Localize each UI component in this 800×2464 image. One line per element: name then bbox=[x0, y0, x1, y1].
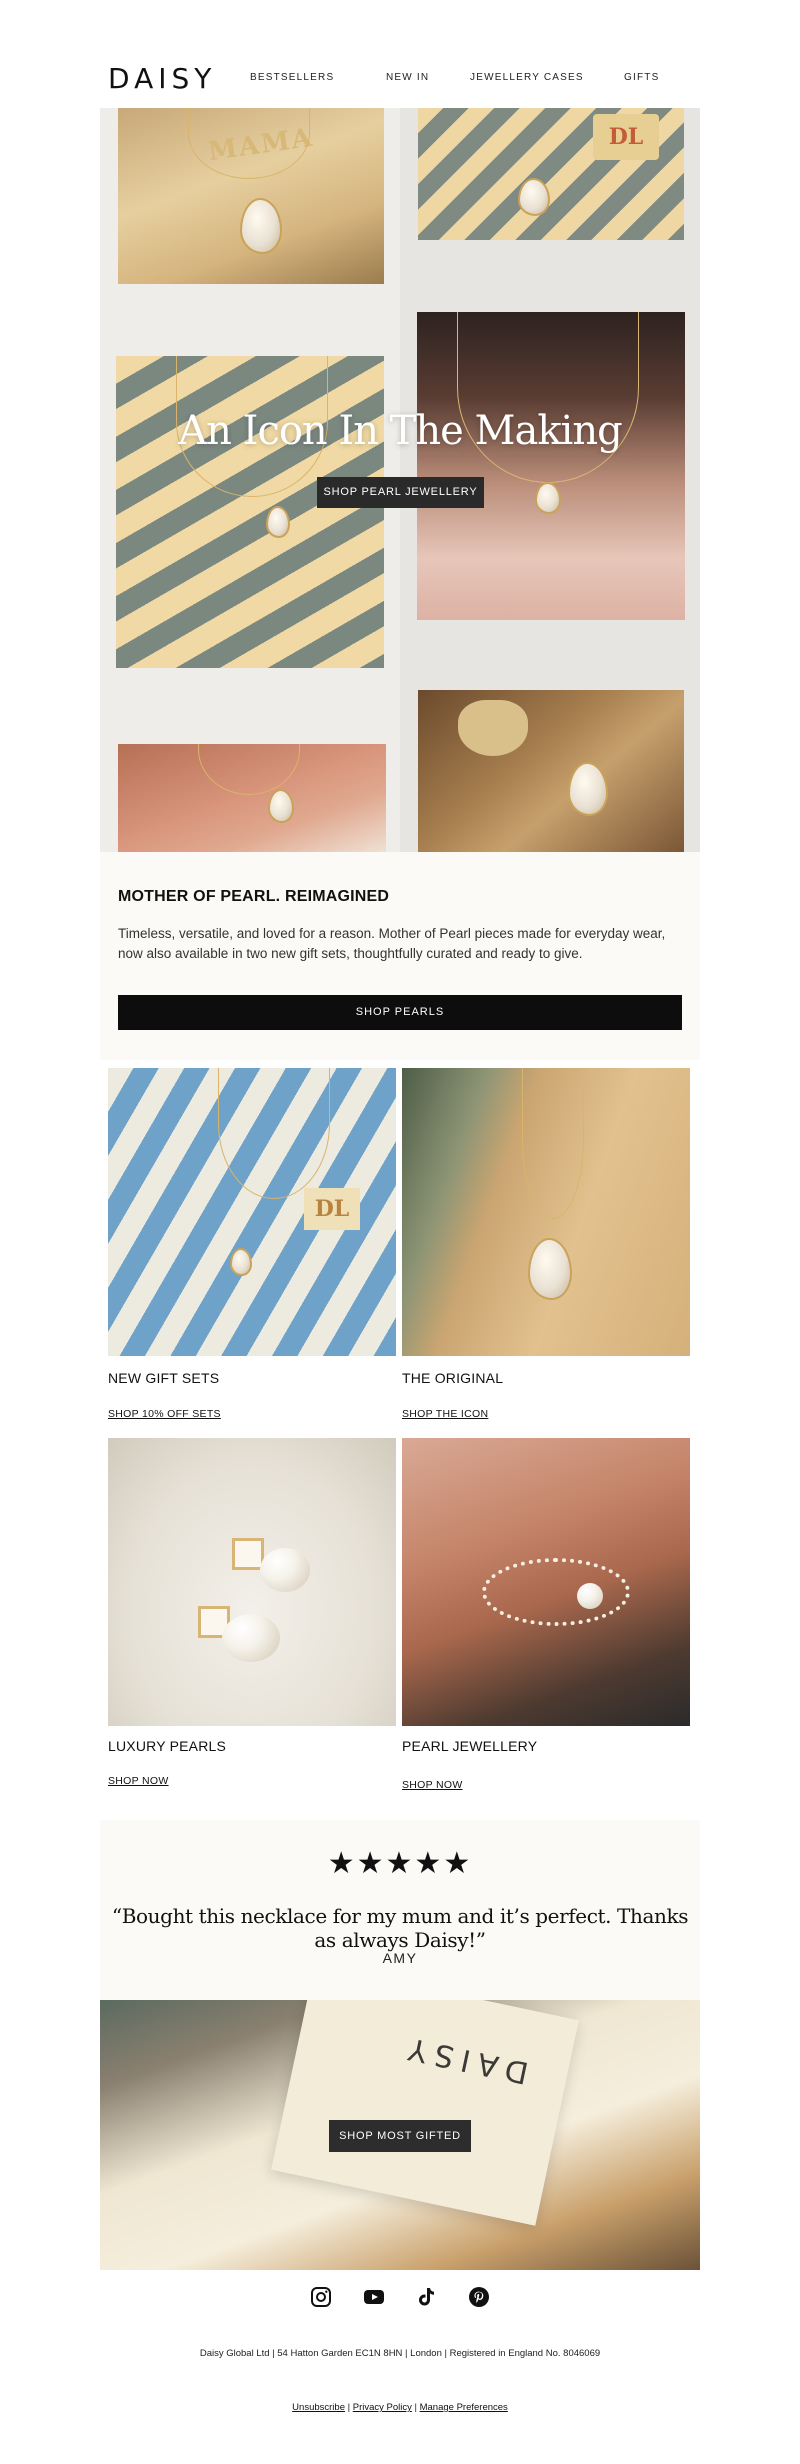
product-card-gift-sets: DL NEW GIFT SETS SHOP 10% OFF SETS bbox=[108, 1068, 396, 1428]
necklace-chain bbox=[522, 1068, 584, 1219]
shop-most-gifted-button[interactable]: SHOP MOST GIFTED bbox=[329, 2120, 471, 2152]
hero-photo-neck-necklace bbox=[417, 312, 685, 620]
pearl-pendant bbox=[240, 198, 282, 254]
product-image-pearl-bracelet[interactable] bbox=[402, 1438, 690, 1726]
hero-banner[interactable]: MAMA DL An Icon In The Making SHOP PEARL… bbox=[100, 108, 700, 852]
product-card-luxury-pearls: LUXURY PEARLS SHOP NOW bbox=[108, 1438, 396, 1788]
shell-charm bbox=[577, 1583, 603, 1609]
pearl-pendant bbox=[268, 789, 294, 823]
shop-pearl-jewellery-button[interactable]: SHOP PEARL JEWELLERY bbox=[317, 477, 484, 508]
manage-preferences-link[interactable]: Manage Preferences bbox=[420, 2402, 508, 2413]
brand-logo[interactable]: DAISY bbox=[108, 62, 216, 95]
necklace-chain bbox=[218, 1068, 330, 1199]
necklace-chain bbox=[188, 108, 310, 179]
product-image-pearl-earrings[interactable] bbox=[108, 1438, 396, 1726]
necklace-chain bbox=[198, 744, 300, 795]
youtube-icon[interactable] bbox=[362, 2285, 386, 2309]
hero-photo-skin-necklace bbox=[118, 744, 386, 852]
pearl-pendant bbox=[266, 506, 290, 538]
product-link[interactable]: SHOP NOW bbox=[108, 1775, 169, 1787]
pearl-bracelet bbox=[482, 1558, 630, 1626]
earring-stud bbox=[232, 1538, 264, 1570]
intro-section: MOTHER OF PEARL. REIMAGINED Timeless, ve… bbox=[100, 852, 700, 1060]
product-title: NEW GIFT SETS bbox=[108, 1370, 220, 1386]
testimonial-quote: “Bought this necklace for my mum and it’… bbox=[111, 1904, 689, 1952]
footer-links: Unsubscribe | Privacy Policy | Manage Pr… bbox=[0, 2402, 800, 2413]
monogram-tag: DL bbox=[593, 114, 659, 160]
hero-photo-gold-pendants bbox=[418, 690, 684, 852]
tiktok-icon[interactable] bbox=[414, 2285, 438, 2309]
intro-heading: MOTHER OF PEARL. REIMAGINED bbox=[118, 888, 390, 905]
pearl-pendant bbox=[535, 482, 561, 514]
necklace-chain bbox=[457, 312, 639, 483]
gift-banner[interactable]: DAISY SHOP MOST GIFTED bbox=[100, 2000, 700, 2270]
product-card-pearl-jewellery: PEARL JEWELLERY SHOP NOW bbox=[402, 1438, 690, 1798]
unsubscribe-link[interactable]: Unsubscribe bbox=[292, 2402, 345, 2413]
pearl-pendant bbox=[230, 1248, 252, 1276]
product-link[interactable]: SHOP 10% OFF SETS bbox=[108, 1408, 221, 1420]
nav-item-new-in[interactable]: NEW IN bbox=[386, 72, 429, 83]
hero-photo-striped-case bbox=[116, 356, 384, 668]
product-card-the-original: THE ORIGINAL SHOP THE ICON bbox=[402, 1068, 690, 1428]
intro-body: Timeless, versatile, and loved for a rea… bbox=[118, 926, 666, 961]
instagram-icon[interactable] bbox=[309, 2285, 333, 2309]
hero-photo-mama-necklace: MAMA bbox=[118, 108, 384, 284]
product-title: THE ORIGINAL bbox=[402, 1370, 504, 1386]
product-link[interactable]: SHOP THE ICON bbox=[402, 1408, 488, 1420]
product-link[interactable]: SHOP NOW bbox=[402, 1779, 463, 1791]
shop-pearls-button[interactable]: SHOP PEARLS bbox=[118, 995, 682, 1030]
star-rating-icon: ★★★★★ bbox=[327, 1846, 473, 1881]
footer-separator: | bbox=[411, 2402, 420, 2413]
pearl bbox=[222, 1614, 280, 1662]
testimonial-author: AMY bbox=[382, 1950, 418, 1966]
privacy-policy-link[interactable]: Privacy Policy bbox=[353, 2402, 412, 2413]
pearl-pendant bbox=[568, 762, 608, 816]
nav-item-jewellery-cases[interactable]: JEWELLERY CASES bbox=[470, 72, 584, 83]
nav-item-gifts[interactable]: GIFTS bbox=[624, 72, 659, 83]
footer-separator: | bbox=[344, 2402, 353, 2413]
product-image-gift-set[interactable]: DL bbox=[108, 1068, 396, 1356]
product-title: PEARL JEWELLERY bbox=[402, 1738, 538, 1754]
social-links bbox=[0, 2285, 800, 2313]
nav-item-bestsellers[interactable]: BESTSELLERS bbox=[250, 72, 334, 83]
header-nav: DAISY BESTSELLERS NEW IN JEWELLERY CASES… bbox=[100, 62, 700, 95]
product-title: LUXURY PEARLS bbox=[108, 1738, 227, 1754]
pearl-pendant bbox=[518, 178, 550, 216]
pearl-pendant bbox=[528, 1238, 572, 1300]
monogram-tag: DL bbox=[304, 1188, 360, 1230]
hero-title: An Icon In The Making bbox=[178, 408, 622, 454]
gold-heart-pendant bbox=[458, 700, 528, 756]
hero-photo-striped-case-top: DL bbox=[418, 108, 684, 240]
pearl bbox=[260, 1548, 310, 1592]
product-image-original-pendant[interactable] bbox=[402, 1068, 690, 1356]
testimonial-section: ★★★★★ “Bought this necklace for my mum a… bbox=[100, 1820, 700, 2000]
footer-address: Daisy Global Ltd | 54 Hatton Garden EC1N… bbox=[199, 2348, 601, 2359]
pinterest-icon[interactable] bbox=[467, 2285, 491, 2309]
